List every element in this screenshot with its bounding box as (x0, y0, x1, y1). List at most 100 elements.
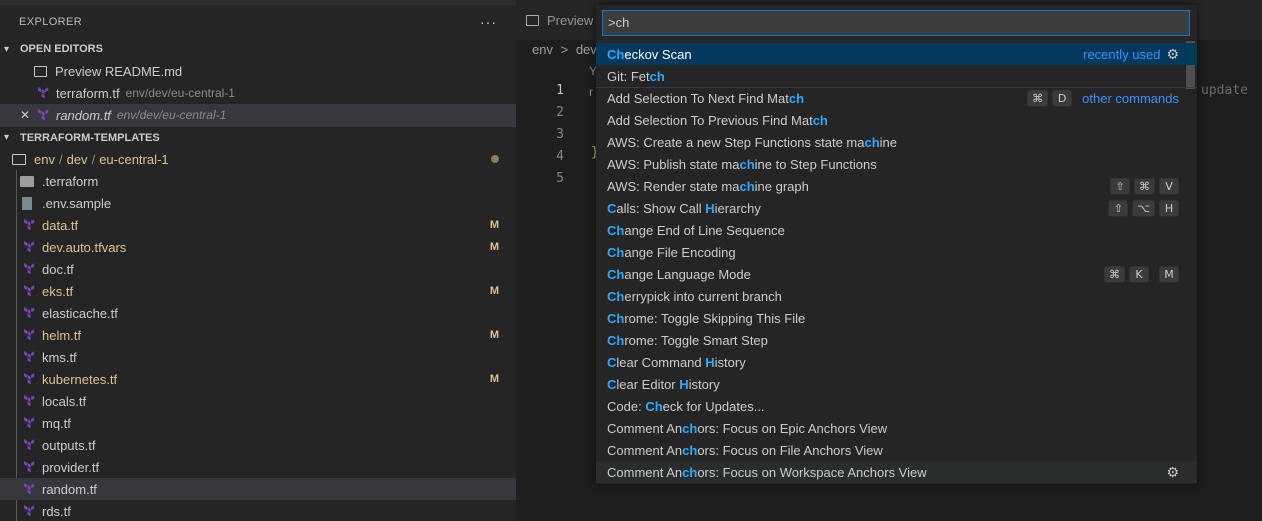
command-item[interactable]: Change Language Mode ⌘ K M (596, 263, 1197, 285)
command-item[interactable]: Comment Anchors: Focus on Workspace Anch… (596, 461, 1197, 483)
command-label: AWS: Publish state machine to Step Funct… (607, 157, 877, 172)
command-item[interactable]: Git: Fetch (596, 65, 1197, 87)
file-tree-item[interactable]: provider.tf (0, 456, 516, 478)
open-editor-item-active[interactable]: ✕ random.tf env/dev/eu-central-1 (0, 104, 516, 126)
terraform-icon (24, 373, 35, 385)
command-item[interactable]: Change File Encoding (596, 241, 1197, 263)
key-cap: ⌘ (1104, 265, 1125, 283)
path-segment[interactable]: dev (67, 152, 88, 167)
terraform-icon (24, 483, 35, 495)
command-item[interactable]: Calls: Show Call Hierarchy ⇧ ⌥ H (596, 197, 1197, 219)
command-text: ange File Encoding (624, 244, 736, 260)
command-item[interactable]: Checkov Scan recently used ⚙ (596, 43, 1197, 65)
file-tree-item[interactable]: kubernetes.tf M (0, 368, 516, 390)
file-tree-label: data.tf (42, 217, 79, 233)
command-item[interactable]: Cherrypick into current branch (596, 285, 1197, 307)
chevron-down-icon: ▾ (4, 132, 10, 143)
gear-icon[interactable]: ⚙ (1166, 46, 1179, 63)
command-text: Add Selection To Previous Find Mat (607, 112, 813, 128)
key-cap: ⇧ (1110, 177, 1130, 195)
match-highlight: Ch (607, 288, 625, 304)
match-highlight: H (705, 200, 715, 216)
open-editor-item[interactable]: Preview README.md (0, 60, 516, 82)
terraform-icon (24, 307, 35, 319)
command-label: Comment Anchors: Focus on File Anchors V… (607, 443, 883, 458)
file-tree-item[interactable]: helm.tf M (0, 324, 516, 346)
command-label: Chrome: Toggle Skipping This File (607, 311, 805, 326)
folder-row-compact[interactable]: env / dev / eu-central-1 (0, 148, 516, 170)
command-item[interactable]: AWS: Create a new Step Functions state m… (596, 131, 1197, 153)
file-icon (22, 196, 32, 210)
file-tree-item[interactable]: locals.tf (0, 390, 516, 412)
command-label: Checkov Scan (607, 47, 692, 62)
git-status-badge: M (489, 329, 499, 341)
match-highlight: C (607, 200, 617, 216)
path-segment[interactable]: env (34, 152, 55, 167)
file-tree-item[interactable]: dev.auto.tfvars M (0, 236, 516, 258)
match-highlight: C (607, 376, 617, 392)
command-item[interactable]: Change End of Line Sequence (596, 219, 1197, 241)
line-number: 5 (556, 171, 564, 186)
open-editors-header[interactable]: ▾ OPEN EDITORS (0, 38, 516, 60)
breadcrumb-item[interactable]: env (532, 42, 553, 57)
command-text: Comment An (607, 442, 683, 458)
gear-icon[interactable]: ⚙ (1166, 464, 1179, 481)
command-label: Change File Encoding (607, 245, 736, 260)
command-text: eck for Updates... (662, 398, 765, 414)
tab-preview[interactable]: Preview (526, 13, 593, 28)
command-item[interactable]: Chrome: Toggle Smart Step (596, 329, 1197, 351)
command-item[interactable]: AWS: Publish state machine to Step Funct… (596, 153, 1197, 175)
workspace-header[interactable]: ▾ TERRAFORM-TEMPLATES (0, 126, 516, 148)
file-tree-item[interactable]: doc.tf (0, 258, 516, 280)
command-item[interactable]: Clear Editor History (596, 373, 1197, 395)
command-item[interactable]: AWS: Render state machine graph ⇧ ⌘ V (596, 175, 1197, 197)
close-icon[interactable]: ✕ (20, 108, 34, 122)
command-item[interactable]: Comment Anchors: Focus on Epic Anchors V… (596, 417, 1197, 439)
file-tree-item[interactable]: elasticache.tf (0, 302, 516, 324)
command-label: Change End of Line Sequence (607, 223, 785, 238)
file-tree-item[interactable]: outputs.tf (0, 434, 516, 456)
file-tree-item[interactable]: .env.sample (0, 192, 516, 214)
file-tree-item[interactable]: rds.tf (0, 500, 516, 521)
open-editor-item[interactable]: terraform.tf env/dev/eu-central-1 (0, 82, 516, 104)
terraform-icon (24, 329, 35, 341)
file-tree-label: dev.auto.tfvars (42, 239, 127, 255)
command-text: rome: Toggle Skipping This File (624, 310, 806, 326)
file-tree-item[interactable]: kms.tf (0, 346, 516, 368)
command-item[interactable]: Clear Command History (596, 351, 1197, 373)
command-item[interactable]: Code: Check for Updates... (596, 395, 1197, 417)
file-tree-item[interactable]: mq.tf (0, 412, 516, 434)
line-number: 2 (556, 105, 564, 120)
key-cap: K (1129, 265, 1149, 283)
more-actions-icon[interactable]: ··· (480, 14, 497, 30)
command-label: Change Language Mode (607, 267, 751, 282)
line-number: 3 (556, 127, 564, 142)
code-fragment: r (589, 85, 593, 99)
terraform-icon (24, 219, 35, 231)
command-item[interactable]: Add Selection To Next Find Match ⌘ Dother … (596, 87, 1197, 109)
keybinding: ⌘ D (1027, 90, 1073, 107)
command-item[interactable]: Add Selection To Previous Find Match (596, 109, 1197, 131)
command-text: ine to Step Functions (754, 156, 877, 172)
other-commands-label: other commands (1082, 91, 1179, 106)
breadcrumb-item[interactable]: dev (576, 42, 597, 57)
file-tree-item[interactable]: eks.tf M (0, 280, 516, 302)
key-cap: ⌘ (1027, 90, 1049, 107)
file-tree-item[interactable]: data.tf M (0, 214, 516, 236)
match-highlight: C (607, 354, 617, 370)
terraform-icon (24, 263, 35, 275)
file-tree-item[interactable]: .terraform (0, 170, 516, 192)
file-tree-label: rds.tf (42, 503, 71, 519)
key-cap: D (1052, 90, 1073, 107)
path-segment[interactable]: eu-central-1 (99, 152, 168, 167)
command-item[interactable]: Comment Anchors: Focus on File Anchors V… (596, 439, 1197, 461)
explorer-title: EXPLORER (19, 15, 83, 28)
command-text: lear Command (616, 354, 706, 370)
file-tree-item[interactable]: random.tf (0, 478, 516, 500)
command-palette-input[interactable]: >ch (602, 10, 1190, 36)
command-item[interactable]: Chrome: Toggle Skipping This File (596, 307, 1197, 329)
path-separator: / (58, 151, 63, 167)
command-text: rome: Toggle Smart Step (624, 332, 768, 348)
explorer-sidebar: EXPLORER ··· ▾ OPEN EDITORS Preview READ… (0, 0, 516, 521)
command-label: Comment Anchors: Focus on Workspace Anch… (607, 465, 927, 480)
